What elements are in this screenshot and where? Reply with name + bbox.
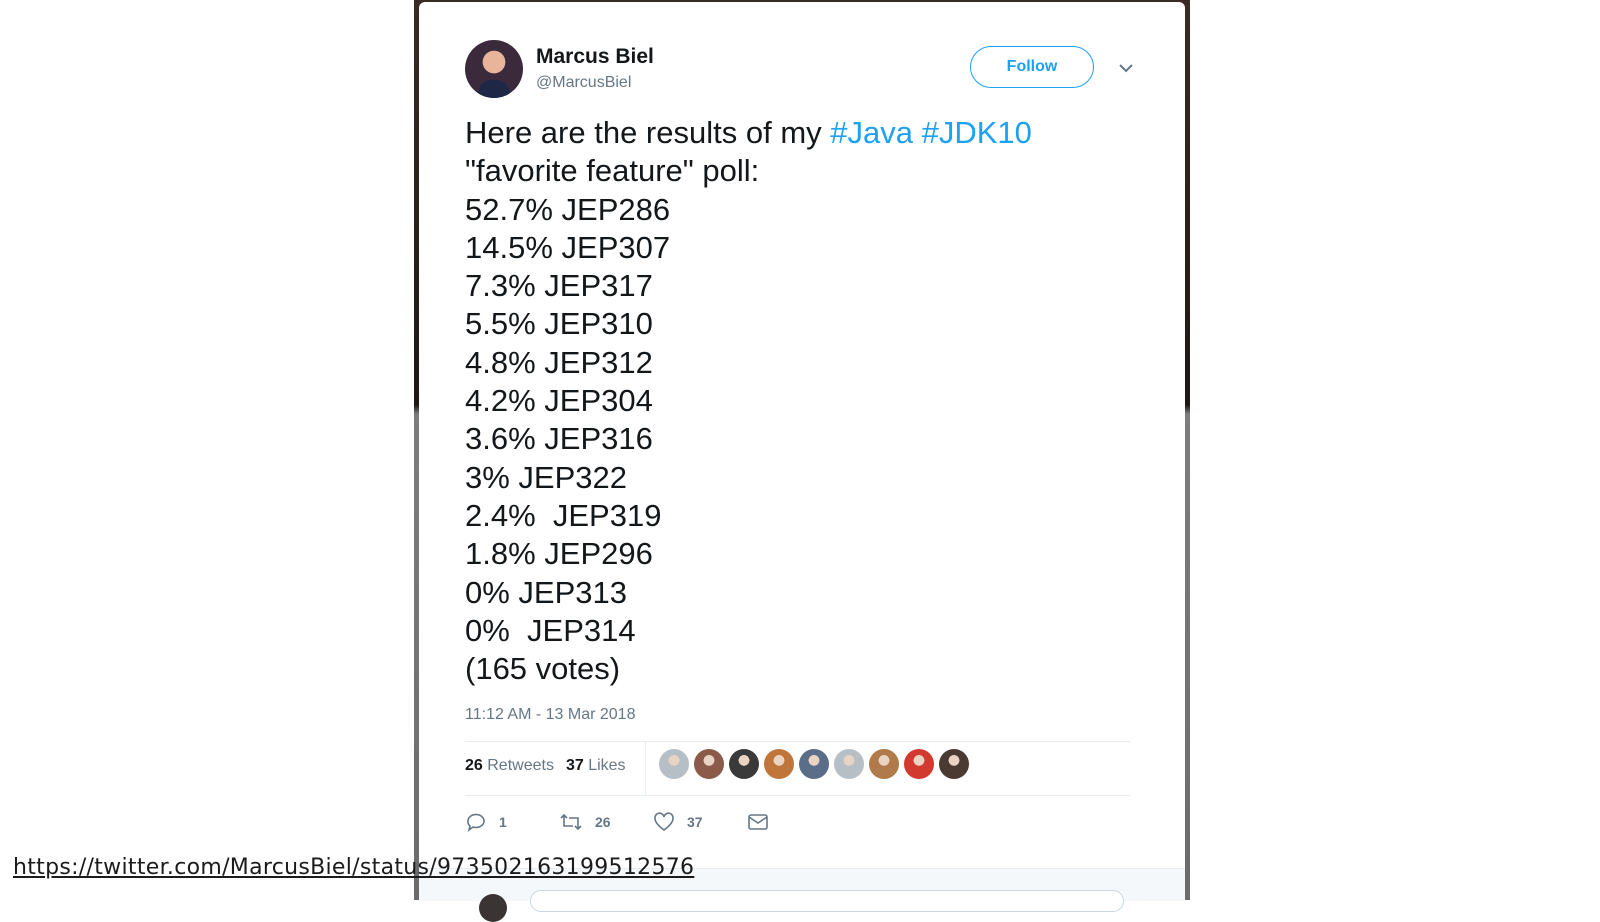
envelope-icon [748,814,768,830]
reply-input[interactable] [530,890,1124,912]
poll-result: 3% JEP322 [465,459,627,495]
follow-button[interactable]: Follow [970,46,1094,88]
poll-result: 2.4% JEP319 [465,497,662,533]
poll-votes: (165 votes) [465,651,621,687]
tweet-intro-line: Here are the results of my #Java #JDK10 [465,114,1165,152]
tweet-line-2: "favorite feature" poll: [465,153,760,189]
poll-result: 1.8% JEP296 [465,536,653,572]
poll-result: 4.8% JEP312 [465,344,653,380]
retweets-stat[interactable]: 26 Retweets [465,757,554,774]
hashtag-jdk10[interactable]: #JDK10 [922,115,1032,150]
likes-stat[interactable]: 37 Likes [566,757,626,774]
tweet-text: Here are the results of my #Java #JDK10 … [465,114,1165,688]
liker-avatar[interactable] [799,749,829,779]
liker-avatar[interactable] [694,749,724,779]
tweet-stats: 26 Retweets 37 Likes [465,757,626,775]
author-avatar[interactable] [465,40,523,98]
divider [465,795,1130,796]
poll-result: 3.6% JEP316 [465,421,653,457]
likes-count: 37 [565,757,584,774]
tweet-card: Marcus Biel @MarcusBiel Follow Here are … [419,2,1185,922]
reply-count: 1 [499,814,507,830]
liker-avatar[interactable] [939,749,969,779]
chevron-down-icon[interactable] [1116,60,1136,76]
author-name[interactable]: Marcus Biel [536,45,654,69]
liker-avatar[interactable] [834,749,864,779]
poll-result: 4.2% JEP304 [465,383,653,419]
like-count: 37 [687,814,703,830]
like-button[interactable]: 37 [653,810,703,834]
retweets-label: Retweets [487,757,554,774]
liker-avatar[interactable] [659,749,689,779]
author-handle[interactable]: @MarcusBiel [536,74,631,92]
heart-icon [654,812,674,831]
direct-message-button[interactable] [747,810,781,834]
liker-avatar[interactable] [764,749,794,779]
poll-result: 5.5% JEP310 [465,306,653,342]
liker-avatar[interactable] [904,749,934,779]
reply-icon [467,813,485,832]
viewer-avatar [479,894,507,922]
poll-result: 52.7% JEP286 [465,191,671,227]
tweet-timestamp[interactable]: 11:12 AM - 13 Mar 2018 [465,706,635,724]
liker-avatar[interactable] [869,749,899,779]
source-url-link[interactable]: https://twitter.com/MarcusBiel/status/97… [13,855,694,880]
retweet-icon [560,813,582,831]
retweets-count: 26 [465,757,483,774]
liker-avatar[interactable] [729,749,759,779]
poll-result: 7.3% JEP317 [465,268,653,304]
reply-button[interactable]: 1 [465,810,507,834]
poll-result: 0% JEP313 [465,574,627,610]
poll-result: 0% JEP314 [465,612,636,648]
stats-divider [645,742,646,795]
hashtag-java[interactable]: #Java [830,115,913,150]
poll-result: 14.5% JEP307 [465,229,671,265]
retweet-button[interactable]: 26 [559,810,611,834]
likes-label: Likes [588,757,626,774]
likers-avatars [659,749,974,779]
retweet-count: 26 [595,814,611,830]
tweet-intro: Here are the results of my [465,115,831,150]
divider [465,741,1130,742]
